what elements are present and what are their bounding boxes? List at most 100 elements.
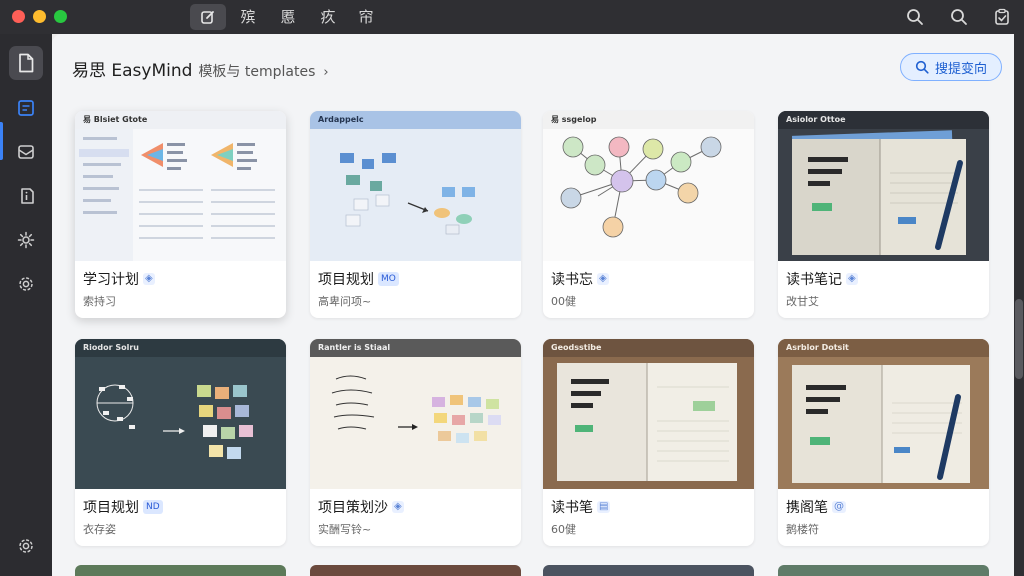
template-search-button[interactable]: 搜提变向 bbox=[900, 53, 1002, 81]
template-badge-icon: ◈ bbox=[846, 273, 858, 285]
app-window: 殡 慝 疚 帘 易思 EasyMind 模板与 templates › 搜提变向… bbox=[0, 0, 1024, 576]
thumbnail-caption: Geodsstibe bbox=[543, 339, 754, 357]
sidebar-item-info[interactable] bbox=[9, 179, 43, 213]
sidebar-item-preferences[interactable] bbox=[9, 529, 43, 563]
template-badge-icon: ◈ bbox=[392, 501, 404, 513]
title-bar: 殡 慝 疚 帘 bbox=[0, 0, 1024, 34]
search-toolbar-button[interactable] bbox=[901, 4, 929, 30]
thumbnail-caption: Asrblor Dotsit bbox=[778, 339, 989, 357]
template-thumbnail: Asiolor Ottoe bbox=[778, 111, 989, 261]
template-card-partial[interactable] bbox=[778, 565, 989, 576]
edit-icon bbox=[201, 11, 214, 24]
clipboard-check-icon bbox=[995, 8, 1009, 25]
thumbnail-caption: 易 ssgelop bbox=[543, 111, 754, 129]
handwritten-plan-preview-image bbox=[331, 375, 501, 443]
mindmap-preview-image bbox=[75, 129, 275, 261]
template-badge-icon: @ bbox=[832, 501, 846, 513]
thumbnail-caption: Riodor Solru bbox=[75, 339, 286, 357]
template-name: 读书笔 bbox=[551, 500, 593, 516]
notebook-with-pen-preview-image bbox=[792, 365, 970, 483]
toolbar-tab-1[interactable]: 殡 bbox=[232, 4, 264, 30]
template-thumbnail: Geodsstibe bbox=[543, 339, 754, 489]
close-window-button[interactable] bbox=[12, 10, 25, 23]
thumbnail-caption: Ardappelc bbox=[310, 111, 521, 129]
thumbnail-caption: 易 Blsiet Gtote bbox=[75, 111, 286, 129]
template-thumbnail: Riodor Solru bbox=[75, 339, 286, 489]
template-subtitle: 实酬写铃~ bbox=[318, 523, 372, 536]
app-title: 易思 EasyMind bbox=[72, 61, 193, 81]
open-notebook-preview-image bbox=[557, 363, 737, 481]
template-card-partial[interactable] bbox=[310, 565, 521, 576]
network-diagram-preview-image bbox=[560, 136, 722, 238]
template-thumbnail: 易 Blsiet Gtote bbox=[75, 111, 286, 261]
template-name: 携阁笔 bbox=[786, 500, 828, 516]
find-toolbar-button[interactable] bbox=[945, 4, 973, 30]
settings-gear-icon bbox=[19, 539, 33, 553]
chevron-right-icon: › bbox=[323, 65, 329, 80]
template-name: 读书笔记 bbox=[786, 272, 842, 288]
template-subtitle: 改甘艾 bbox=[786, 295, 819, 308]
template-card[interactable]: Asiolor Ottoe 读书笔记 ◈ 改甘艾 bbox=[778, 111, 989, 318]
template-card-partial[interactable] bbox=[543, 565, 754, 576]
template-badge-icon: ▤ bbox=[597, 501, 611, 513]
breadcrumb-section-link[interactable]: 模板与 templates bbox=[198, 61, 315, 81]
clipboard-toolbar-button[interactable] bbox=[988, 4, 1016, 30]
main-content: 易思 EasyMind 模板与 templates › 搜提变向 易 Blsie… bbox=[52, 34, 1024, 576]
template-thumbnail: 易 ssgelop bbox=[543, 111, 754, 261]
template-name: 学习计划 bbox=[83, 272, 139, 288]
zoom-window-button[interactable] bbox=[54, 10, 67, 23]
chalkboard-preview-image bbox=[96, 384, 253, 459]
template-title: 携阁笔 @ bbox=[786, 497, 846, 517]
inbox-icon bbox=[18, 145, 34, 159]
template-title: 学习计划 ◈ bbox=[83, 269, 155, 289]
template-badge-icon: ◈ bbox=[597, 273, 609, 285]
template-card[interactable]: Rantler is Stiaal 项目策划沙 ◈ 实酬写铃~ bbox=[310, 339, 521, 546]
template-card[interactable]: 易 Blsiet Gtote 学习计划 ◈ 索持习 bbox=[75, 111, 286, 318]
template-card[interactable]: Asrblor Dotsit 携阁笔 @ 鹅楼符 bbox=[778, 339, 989, 546]
thumbnail-caption: Rantler is Stiaal bbox=[310, 339, 521, 357]
puzzle-gear-icon bbox=[17, 231, 35, 249]
toolbar-tab-3[interactable]: 疚 bbox=[312, 4, 344, 30]
template-title: 项目规划 MO bbox=[318, 269, 399, 289]
template-badge: ND bbox=[143, 500, 163, 514]
scrollbar-track[interactable] bbox=[1014, 34, 1024, 576]
template-icon bbox=[18, 100, 34, 116]
template-name: 读书忘 bbox=[551, 272, 593, 288]
sidebar bbox=[0, 34, 52, 576]
sidebar-item-templates[interactable] bbox=[9, 91, 43, 125]
template-name: 项目策划沙 bbox=[318, 500, 388, 516]
template-subtitle: 00健 bbox=[551, 295, 576, 308]
template-badge: MO bbox=[378, 272, 399, 286]
template-subtitle: 索持习 bbox=[83, 295, 116, 308]
scrollbar-thumb[interactable] bbox=[1015, 299, 1023, 379]
template-card[interactable]: 易 ssgelop 读书忘 ◈ 00健 bbox=[543, 111, 754, 318]
sidebar-item-documents[interactable] bbox=[9, 46, 43, 80]
template-name: 项目规划 bbox=[83, 500, 139, 516]
sidebar-item-inbox[interactable] bbox=[9, 135, 43, 169]
notebook-photo-preview-image bbox=[791, 130, 966, 255]
sidebar-item-plugins[interactable] bbox=[9, 223, 43, 257]
template-card[interactable]: Geodsstibe 读书笔 ▤ 60健 bbox=[543, 339, 754, 546]
gear-icon bbox=[19, 277, 33, 291]
search-icon bbox=[907, 9, 923, 25]
minimize-window-button[interactable] bbox=[33, 10, 46, 23]
template-subtitle: 鹅楼符 bbox=[786, 523, 819, 536]
template-thumbnail: Rantler is Stiaal bbox=[310, 339, 521, 489]
template-card[interactable]: Ardappelc 项目规划 MO 高卑问项~ bbox=[310, 111, 521, 318]
toolbar-tab-2[interactable]: 慝 bbox=[272, 4, 304, 30]
template-thumbnail: Ardappelc bbox=[310, 111, 521, 261]
breadcrumb: 易思 EasyMind 模板与 templates › bbox=[72, 56, 329, 81]
info-icon bbox=[21, 188, 34, 204]
sidebar-item-settings[interactable] bbox=[9, 267, 43, 301]
edit-tab-button[interactable] bbox=[190, 4, 226, 30]
template-subtitle: 衣存姿 bbox=[83, 523, 116, 536]
sticky-notes-preview-image bbox=[340, 153, 475, 235]
toolbar-tab-4[interactable]: 帘 bbox=[350, 4, 382, 30]
magnifier-icon bbox=[951, 9, 967, 25]
template-subtitle: 高卑问项~ bbox=[318, 295, 372, 308]
template-title: 项目规划 ND bbox=[83, 497, 163, 517]
template-subtitle: 60健 bbox=[551, 523, 576, 536]
template-title: 项目策划沙 ◈ bbox=[318, 497, 404, 517]
template-card-partial[interactable] bbox=[75, 565, 286, 576]
template-card[interactable]: Riodor Solru 项目规划 ND 衣存姿 bbox=[75, 339, 286, 546]
